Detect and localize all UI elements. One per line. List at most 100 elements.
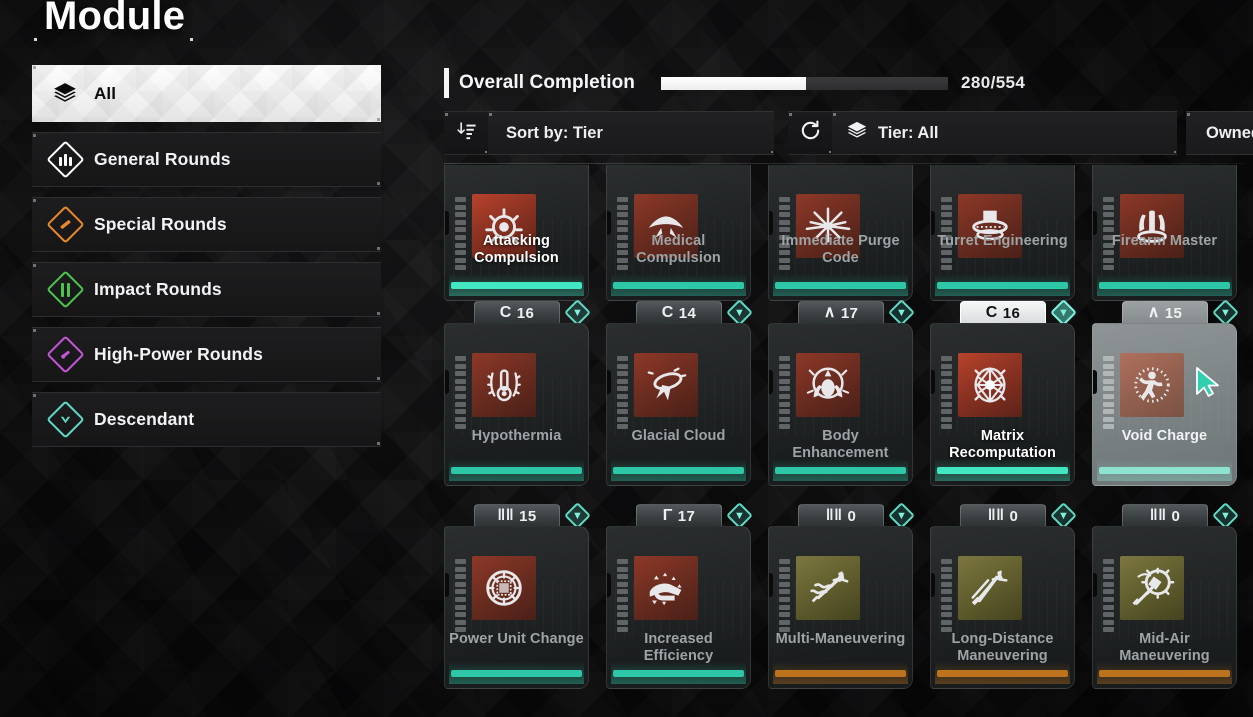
module-socket-badge: ∧ 17 (798, 301, 884, 325)
module-card-name: Void Charge (1121, 428, 1208, 444)
descendant-tier-diamond-icon: ▼ (1050, 502, 1077, 529)
module-card[interactable]: ‖‖ 15 ▼ Power Unit Change (444, 502, 591, 689)
overall-completion-label: Overall Completion (459, 72, 636, 93)
module-capacity-level: 17 (677, 507, 696, 525)
module-card[interactable]: ‖‖ 0 ▼ Mid-Air Maneuvering (1092, 502, 1239, 689)
module-socket-badge: ‖‖ 15 (474, 504, 560, 528)
sidebar-item-special-rounds[interactable]: Special Rounds (32, 197, 381, 252)
module-card[interactable]: ‖‖ 0 ▼ Multi-Maneuvering (768, 502, 915, 689)
module-card-body: Medical Compulsion (606, 165, 751, 301)
module-card-name: Mid-Air Maneuvering (1119, 631, 1210, 664)
module-rarity-bar (449, 274, 584, 296)
module-rarity-bar (449, 459, 584, 481)
matrix-star-icon (967, 362, 1013, 408)
overall-completion: Overall Completion 280/554 (444, 66, 1025, 100)
layers-stack-icon (846, 120, 868, 147)
void-charge-icon (1129, 362, 1175, 408)
module-card-body: Multi-Maneuvering (768, 526, 913, 689)
module-capacity-level: 0 (1009, 507, 1019, 525)
sidebar-item-general-rounds[interactable]: General Rounds (32, 132, 381, 187)
socket-type-glyph: Γ (662, 507, 673, 524)
module-capacity-level: 16 (516, 304, 535, 322)
module-card-body: Mid-Air Maneuvering (1092, 526, 1237, 689)
module-card-body: Increased Efficiency (606, 526, 751, 689)
mid-air-maneuver-icon (1129, 565, 1175, 611)
module-rarity-bar (449, 662, 584, 684)
sort-descending-icon (455, 120, 477, 147)
descendant-tier-diamond-icon: ▼ (564, 299, 591, 326)
module-icon-tile (634, 353, 698, 417)
body-enhancement-icon (805, 362, 851, 408)
tier-filter-dropdown[interactable]: Tier: All (832, 111, 1177, 155)
module-level-pips (455, 356, 466, 430)
module-card-body: Glacial Cloud (606, 323, 751, 486)
module-icon-tile (796, 556, 860, 620)
module-card[interactable]: Γ 17 ▼ Increased Efficiency (606, 502, 753, 689)
descendant-tier-diamond-icon: ▼ (888, 299, 915, 326)
sidebar-item-descendant[interactable]: Descendant (32, 392, 381, 447)
thermometer-frost-icon (481, 362, 527, 408)
module-card-name: Firearm Master (1111, 233, 1218, 249)
module-card-body: Matrix Recomputation (930, 323, 1075, 486)
module-card-body: Void Charge (1092, 323, 1237, 486)
module-screen: Module All General Rounds Special Rounds… (0, 0, 1253, 717)
module-socket-badge: C 16 (960, 301, 1046, 325)
module-level-pips (617, 356, 628, 430)
owned-filter-dropdown[interactable]: Owned: All (1186, 111, 1253, 155)
module-card-name: Long-Distance Maneuvering (951, 631, 1054, 664)
special-rounds-diamond-icon (45, 205, 85, 244)
module-card[interactable]: C 14 ▼ Glacial Cloud (606, 299, 753, 486)
module-card-name: Attacking Compulsion (474, 233, 559, 266)
module-icon-tile (1120, 353, 1184, 417)
descendant-tier-diamond-icon: ▼ (1212, 502, 1239, 529)
module-card[interactable]: C 16 ▼ Hypothermia (444, 299, 591, 486)
accent-bar (444, 68, 449, 98)
module-card-name: Medical Compulsion (636, 233, 721, 266)
module-icon-tile (472, 556, 536, 620)
sidebar-item-high-power-rounds[interactable]: High-Power Rounds (32, 327, 381, 382)
socket-type-glyph: C (985, 304, 998, 321)
module-level-pips (779, 356, 790, 430)
module-card-body: Long-Distance Maneuvering (930, 526, 1075, 689)
long-distance-maneuver-icon (967, 565, 1013, 611)
layers-stack-icon (50, 79, 80, 109)
module-socket-badge: ‖‖ 0 (798, 504, 884, 528)
module-level-pips (941, 559, 952, 633)
module-card[interactable]: Firearm Master (1092, 165, 1237, 301)
module-card-body: Turret Engineering (930, 165, 1075, 301)
module-card[interactable]: Medical Compulsion (606, 165, 751, 301)
module-icon-tile (958, 556, 1022, 620)
module-card[interactable]: C 16 ▼ Matrix Recomputation (930, 299, 1077, 486)
module-rarity-bar (1097, 459, 1232, 481)
reset-filters-button[interactable] (788, 111, 832, 155)
sort-by-dropdown[interactable]: Sort by: Tier (488, 111, 774, 155)
sort-direction-button[interactable] (444, 111, 488, 155)
socket-type-glyph: C (661, 304, 674, 321)
module-socket-badge: C 14 (636, 301, 722, 325)
module-card-name: Body Enhancement (792, 428, 889, 461)
sidebar-item-label: All (94, 83, 117, 103)
module-card[interactable]: ∧ 15 ▼ Void Charge (1092, 299, 1239, 486)
module-card[interactable]: ∧ 17 ▼ Body Enhancement (768, 299, 915, 486)
module-rarity-bar (773, 274, 908, 296)
sidebar-item-impact-rounds[interactable]: Impact Rounds (32, 262, 381, 317)
descendant-tier-diamond-icon: ▼ (564, 502, 591, 529)
module-capacity-level: 15 (519, 507, 537, 525)
module-card[interactable]: Turret Engineering (930, 165, 1075, 301)
module-card[interactable]: Immediate Purge Code (768, 165, 913, 301)
impact-rounds-diamond-icon (45, 270, 85, 309)
category-sidebar: All General Rounds Special Rounds Impact… (32, 65, 381, 457)
module-socket-badge: ‖‖ 0 (960, 504, 1046, 528)
module-level-pips (941, 356, 952, 430)
descendant-tier-diamond-icon: ▼ (1050, 299, 1077, 326)
module-rarity-bar (773, 662, 908, 684)
module-card[interactable]: ‖‖ 0 ▼ Long-Distance Maneuvering (930, 502, 1077, 689)
module-rarity-bar (935, 459, 1070, 481)
module-socket-badge: C 16 (474, 301, 560, 325)
sidebar-item-all[interactable]: All (32, 65, 381, 122)
socket-type-glyph: ‖‖ (497, 507, 515, 524)
module-card-body: Immediate Purge Code (768, 165, 913, 301)
module-card[interactable]: Attacking Compulsion (444, 165, 589, 301)
module-card-name: Increased Efficiency (643, 631, 714, 664)
toolbar-divider (444, 163, 1244, 164)
